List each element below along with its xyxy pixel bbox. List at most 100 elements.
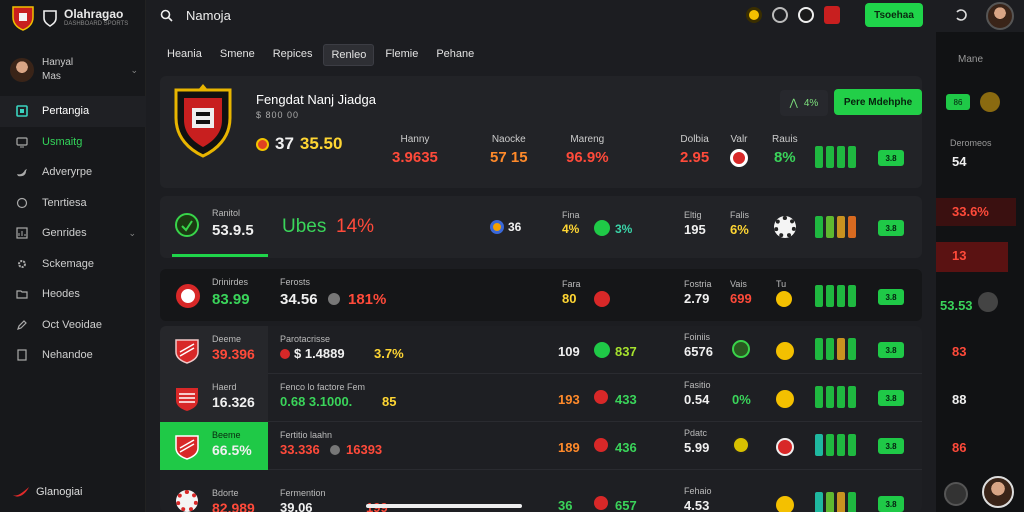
coin-icon xyxy=(776,496,794,512)
sidebar-item-adveryrpe[interactable]: Adveryrpe xyxy=(0,157,146,188)
record-icon xyxy=(280,349,290,359)
col-value: 195 xyxy=(684,222,706,237)
app-root: Olahragao DASHBOARD SPORTS Hanyal Mas ⌄ … xyxy=(0,0,1024,512)
match-row[interactable]: Ranitol 53.9.5 Ubes 14% 36 Fina 4% 3% El… xyxy=(160,196,922,258)
tab-renleo[interactable]: Renleo xyxy=(323,44,375,66)
odds-chip[interactable]: 3.8 xyxy=(878,150,904,166)
search-input[interactable]: Namoja xyxy=(186,8,231,23)
stat-label: Dolbia xyxy=(680,134,709,145)
odds-chip[interactable]: 3.8 xyxy=(878,438,904,454)
chat-button[interactable] xyxy=(944,482,968,506)
sidebar-item-tenrtiesa[interactable]: Tenrtiesa xyxy=(0,188,146,219)
table-row[interactable]: Beeme 66.5% Fertitio laahn 33.336 16393 … xyxy=(160,422,922,470)
pct-value: 181% xyxy=(348,291,387,308)
team-logo-cell: Deeme 39.396 xyxy=(160,326,268,374)
team-label: Beeme xyxy=(212,430,241,440)
form-bar xyxy=(826,434,834,456)
sidebar: Olahragao DASHBOARD SPORTS Hanyal Mas ⌄ … xyxy=(0,0,146,512)
pct-label: Fina xyxy=(562,210,580,220)
bird-icon xyxy=(17,169,27,177)
match-table: Deeme 39.396 Parotacrisse $ 1.4889 3.7% … xyxy=(160,326,922,512)
table-row[interactable]: Haerd 16.326 Fenco lo factore Fem 0.68 3… xyxy=(160,374,922,422)
row-pct: 16393 xyxy=(346,442,383,457)
notification-icon[interactable] xyxy=(824,6,840,24)
tab-bar: Heania Smene Repices Renleo Flemie Pehan… xyxy=(160,44,481,66)
avatar xyxy=(978,292,998,312)
panel-value: 88 xyxy=(952,392,967,407)
table-row[interactable]: Deeme 39.396 Parotacrisse $ 1.4889 3.7% … xyxy=(160,326,922,374)
panel-value: 54 xyxy=(952,154,967,169)
progress-bar xyxy=(366,504,522,508)
odds-chip[interactable]: 3.8 xyxy=(878,496,904,512)
sidebar-item-label: Tenrtiesa xyxy=(42,196,87,209)
panel-chip[interactable]: 86 xyxy=(946,94,970,110)
record-icon xyxy=(594,390,608,404)
tab-smene[interactable]: Smene xyxy=(213,44,262,66)
odds-chip[interactable]: 3.8 xyxy=(878,220,904,236)
trend-icon: ⋀ xyxy=(789,97,798,109)
odds-chip[interactable]: 3.8 xyxy=(878,390,904,406)
num-label: Tu xyxy=(776,279,787,289)
match-title: Fengdat Nanj Jiadga xyxy=(256,92,376,107)
row-value: 39.06 xyxy=(280,500,313,512)
sidebar-item-usmaitg[interactable]: Usmaitg xyxy=(0,127,146,158)
form-bar xyxy=(837,338,845,360)
sidebar-item-pertangia[interactable]: Pertangia xyxy=(0,96,146,127)
sidebar-nav: Pertangia Usmaitg Adveryrpe Tenrtiesa Ge… xyxy=(0,96,146,371)
table-row[interactable]: Bdorte 82.989 Fermention 39.06 199 36 65… xyxy=(160,482,922,512)
clock-icon[interactable] xyxy=(772,7,788,23)
profile-avatar[interactable] xyxy=(986,2,1014,30)
odds-chip[interactable]: 3.8 xyxy=(878,289,904,305)
soccer-ball-icon xyxy=(774,216,796,238)
folder-icon xyxy=(16,290,28,299)
sidebar-item-oct-veoidae[interactable]: Oct Veoidae xyxy=(0,310,146,341)
share-button[interactable]: ⋀ 4% xyxy=(780,90,828,116)
row-value: 33.336 xyxy=(280,442,320,457)
panel-value: 53.53 xyxy=(940,298,973,313)
user-name: Hanyal xyxy=(42,57,74,68)
stat-col: Mareng 96.9% xyxy=(566,134,609,166)
topbar-action-button[interactable]: Tsoehaa xyxy=(865,3,923,27)
sidebar-footer[interactable]: Glanogiai xyxy=(12,485,82,499)
team-value: 16.326 xyxy=(212,394,255,410)
row-value: 0.68 3.1000. xyxy=(280,394,353,409)
form-bar xyxy=(837,216,845,238)
form-bar xyxy=(826,338,834,360)
search-icon[interactable] xyxy=(160,9,173,22)
power-icon[interactable] xyxy=(798,7,814,23)
shield-icon xyxy=(594,342,610,358)
team-badge-icon xyxy=(175,213,199,237)
brand-logo[interactable]: Olahragao DASHBOARD SPORTS xyxy=(10,5,128,31)
stat-col: Dolbia 2.95 xyxy=(680,134,709,166)
mid-value: 436 xyxy=(615,440,637,455)
odds-chip[interactable]: 3.8 xyxy=(878,342,904,358)
user-menu[interactable]: Hanyal Mas ⌄ xyxy=(10,56,138,84)
form-bar xyxy=(848,285,856,307)
sidebar-item-nehandoe[interactable]: Nehandoe xyxy=(0,340,146,371)
col-value: 4.53 xyxy=(684,498,710,512)
active-indicator xyxy=(172,254,268,257)
ball-icon xyxy=(732,436,750,454)
form-bars xyxy=(815,146,856,168)
sidebar-item-sckemage[interactable]: Sckemage xyxy=(0,249,146,280)
sidebar-item-label: Genrides xyxy=(42,227,87,240)
tab-flemie[interactable]: Flemie xyxy=(378,44,425,66)
coin-icon[interactable] xyxy=(746,7,762,23)
bet-button[interactable]: Pere Mdehphe xyxy=(834,89,922,115)
tab-heania[interactable]: Heania xyxy=(160,44,209,66)
tab-pehane[interactable]: Pehane xyxy=(429,44,481,66)
form-bar xyxy=(848,492,856,512)
match-row[interactable]: Drinirdes 83.99 Ferosts 34.56 181% Fara … xyxy=(160,269,922,321)
row-label: Fenco lo factore Fem xyxy=(280,382,366,392)
form-bar xyxy=(826,146,834,168)
sidebar-item-heodes[interactable]: Heodes xyxy=(0,279,146,310)
row-pct: 85 xyxy=(382,394,397,409)
sidebar-item-genrides[interactable]: Genrides ⌄ xyxy=(0,218,146,249)
sidebar-item-label: Sckemage xyxy=(42,257,94,270)
refresh-icon[interactable] xyxy=(954,7,968,23)
form-bars xyxy=(815,338,856,360)
support-avatar[interactable] xyxy=(982,476,1014,508)
panel-tab[interactable]: Mane xyxy=(958,54,983,65)
form-bar xyxy=(826,285,834,307)
tab-repices[interactable]: Repices xyxy=(266,44,320,66)
